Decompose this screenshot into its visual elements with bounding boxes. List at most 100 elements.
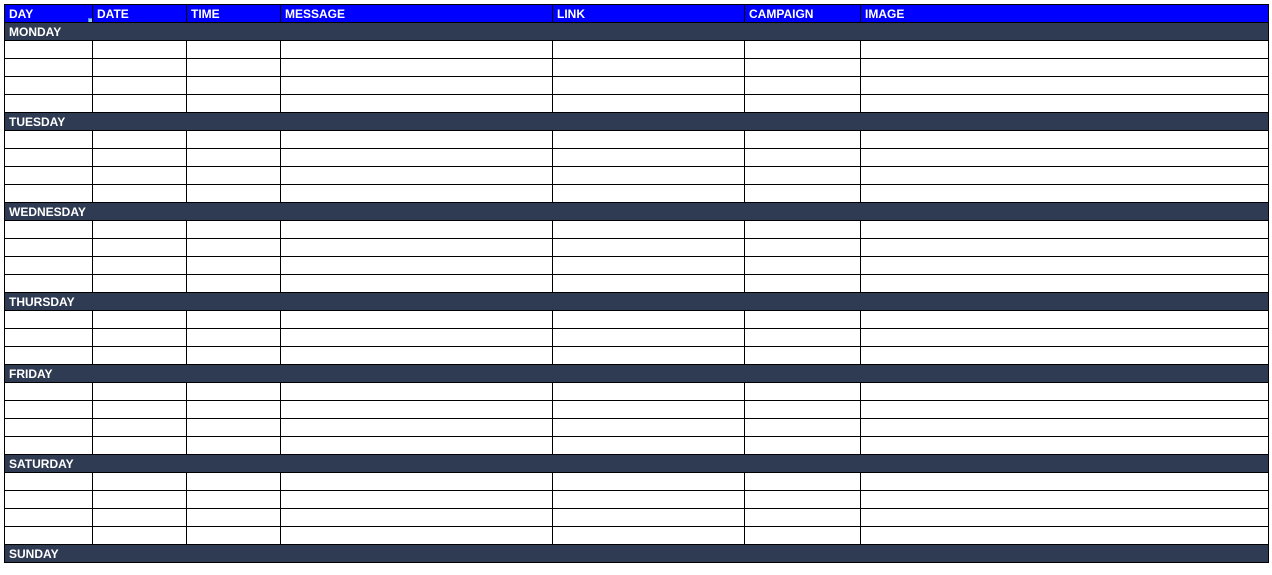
cell-date[interactable] bbox=[93, 311, 187, 329]
cell-time[interactable] bbox=[187, 473, 281, 491]
table-row[interactable] bbox=[5, 167, 1269, 185]
cell-campaign[interactable] bbox=[745, 95, 861, 113]
cell-campaign[interactable] bbox=[745, 329, 861, 347]
cell-image[interactable] bbox=[861, 257, 1269, 275]
header-cell-time[interactable]: TIME bbox=[187, 5, 281, 23]
cell-day[interactable] bbox=[5, 401, 93, 419]
cell-link[interactable] bbox=[553, 185, 745, 203]
cell-day[interactable] bbox=[5, 383, 93, 401]
cell-image[interactable] bbox=[861, 95, 1269, 113]
cell-image[interactable] bbox=[861, 77, 1269, 95]
cell-image[interactable] bbox=[861, 41, 1269, 59]
cell-campaign[interactable] bbox=[745, 257, 861, 275]
cell-message[interactable] bbox=[281, 527, 553, 545]
cell-image[interactable] bbox=[861, 185, 1269, 203]
cell-time[interactable] bbox=[187, 437, 281, 455]
table-row[interactable] bbox=[5, 329, 1269, 347]
cell-message[interactable] bbox=[281, 41, 553, 59]
cell-link[interactable] bbox=[553, 41, 745, 59]
table-row[interactable] bbox=[5, 77, 1269, 95]
cell-link[interactable] bbox=[553, 473, 745, 491]
cell-day[interactable] bbox=[5, 311, 93, 329]
cell-message[interactable] bbox=[281, 131, 553, 149]
cell-campaign[interactable] bbox=[745, 509, 861, 527]
cell-date[interactable] bbox=[93, 329, 187, 347]
section-row-wednesday[interactable]: WEDNESDAY bbox=[5, 203, 1269, 221]
cell-message[interactable] bbox=[281, 59, 553, 77]
header-cell-image[interactable]: IMAGE bbox=[861, 5, 1269, 23]
cell-campaign[interactable] bbox=[745, 347, 861, 365]
cell-message[interactable] bbox=[281, 419, 553, 437]
cell-time[interactable] bbox=[187, 59, 281, 77]
cell-image[interactable] bbox=[861, 383, 1269, 401]
cell-image[interactable] bbox=[861, 347, 1269, 365]
cell-time[interactable] bbox=[187, 257, 281, 275]
header-cell-campaign[interactable]: CAMPAIGN bbox=[745, 5, 861, 23]
cell-campaign[interactable] bbox=[745, 383, 861, 401]
cell-image[interactable] bbox=[861, 149, 1269, 167]
cell-date[interactable] bbox=[93, 185, 187, 203]
cell-date[interactable] bbox=[93, 527, 187, 545]
cell-date[interactable] bbox=[93, 383, 187, 401]
cell-message[interactable] bbox=[281, 167, 553, 185]
header-cell-date[interactable]: DATE bbox=[93, 5, 187, 23]
cell-time[interactable] bbox=[187, 185, 281, 203]
cell-date[interactable] bbox=[93, 437, 187, 455]
cell-day[interactable] bbox=[5, 77, 93, 95]
cell-message[interactable] bbox=[281, 149, 553, 167]
section-row-saturday[interactable]: SATURDAY bbox=[5, 455, 1269, 473]
cell-campaign[interactable] bbox=[745, 131, 861, 149]
cell-time[interactable] bbox=[187, 41, 281, 59]
table-row[interactable] bbox=[5, 59, 1269, 77]
table-row[interactable] bbox=[5, 239, 1269, 257]
cell-link[interactable] bbox=[553, 275, 745, 293]
cell-day[interactable] bbox=[5, 239, 93, 257]
cell-link[interactable] bbox=[553, 437, 745, 455]
section-row-tuesday[interactable]: TUESDAY bbox=[5, 113, 1269, 131]
cell-day[interactable] bbox=[5, 347, 93, 365]
section-row-friday[interactable]: FRIDAY bbox=[5, 365, 1269, 383]
cell-campaign[interactable] bbox=[745, 491, 861, 509]
cell-message[interactable] bbox=[281, 185, 553, 203]
table-row[interactable] bbox=[5, 473, 1269, 491]
cell-link[interactable] bbox=[553, 239, 745, 257]
cell-message[interactable] bbox=[281, 311, 553, 329]
table-row[interactable] bbox=[5, 491, 1269, 509]
cell-campaign[interactable] bbox=[745, 437, 861, 455]
cell-campaign[interactable] bbox=[745, 41, 861, 59]
cell-message[interactable] bbox=[281, 491, 553, 509]
cell-day[interactable] bbox=[5, 59, 93, 77]
cell-link[interactable] bbox=[553, 491, 745, 509]
cell-image[interactable] bbox=[861, 437, 1269, 455]
cell-time[interactable] bbox=[187, 221, 281, 239]
header-cell-link[interactable]: LINK bbox=[553, 5, 745, 23]
cell-link[interactable] bbox=[553, 383, 745, 401]
cell-time[interactable] bbox=[187, 347, 281, 365]
cell-link[interactable] bbox=[553, 95, 745, 113]
cell-image[interactable] bbox=[861, 131, 1269, 149]
cell-date[interactable] bbox=[93, 275, 187, 293]
table-row[interactable] bbox=[5, 149, 1269, 167]
cell-campaign[interactable] bbox=[745, 401, 861, 419]
table-row[interactable] bbox=[5, 437, 1269, 455]
cell-day[interactable] bbox=[5, 185, 93, 203]
cell-link[interactable] bbox=[553, 419, 745, 437]
cell-link[interactable] bbox=[553, 77, 745, 95]
cell-campaign[interactable] bbox=[745, 311, 861, 329]
cell-image[interactable] bbox=[861, 167, 1269, 185]
cell-time[interactable] bbox=[187, 383, 281, 401]
cell-day[interactable] bbox=[5, 419, 93, 437]
table-row[interactable] bbox=[5, 95, 1269, 113]
cell-image[interactable] bbox=[861, 275, 1269, 293]
cell-image[interactable] bbox=[861, 311, 1269, 329]
cell-message[interactable] bbox=[281, 221, 553, 239]
cell-day[interactable] bbox=[5, 167, 93, 185]
cell-time[interactable] bbox=[187, 509, 281, 527]
table-row[interactable] bbox=[5, 275, 1269, 293]
cell-time[interactable] bbox=[187, 167, 281, 185]
cell-message[interactable] bbox=[281, 257, 553, 275]
cell-date[interactable] bbox=[93, 257, 187, 275]
cell-date[interactable] bbox=[93, 41, 187, 59]
cell-campaign[interactable] bbox=[745, 221, 861, 239]
table-row[interactable] bbox=[5, 41, 1269, 59]
